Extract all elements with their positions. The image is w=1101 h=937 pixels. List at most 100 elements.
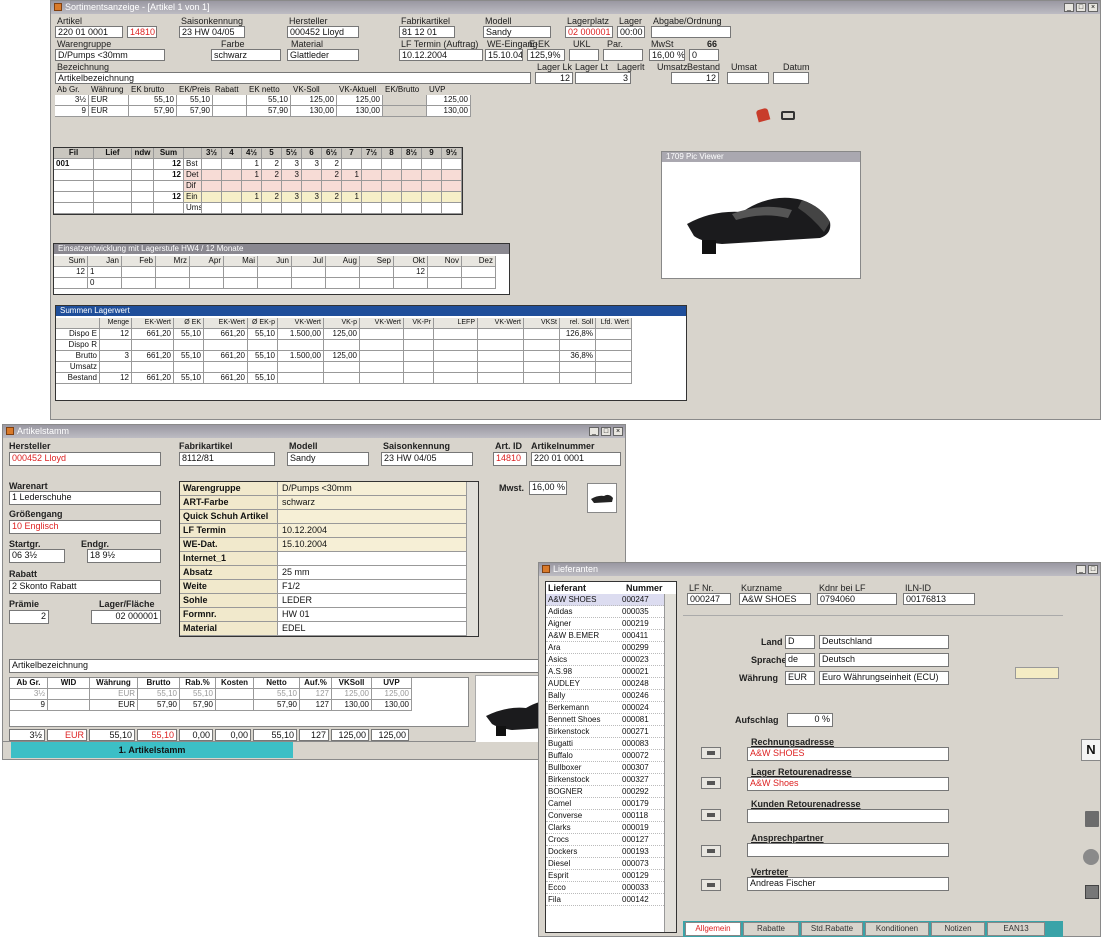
- month-cell[interactable]: [292, 278, 326, 289]
- summary-cell[interactable]: 3: [100, 351, 132, 362]
- property-row[interactable]: ART-Farbe schwarz: [180, 496, 466, 510]
- list-item[interactable]: Berkemann 000024: [546, 702, 664, 714]
- w2-price-cell[interactable]: 55,10: [138, 689, 180, 700]
- summary-cell[interactable]: [596, 373, 632, 384]
- property-value[interactable]: 25 mm: [278, 566, 466, 579]
- edit-cell[interactable]: 0,00: [215, 729, 251, 741]
- kurzname-field[interactable]: A&W SHOES: [739, 593, 811, 605]
- size-cell[interactable]: 2: [322, 159, 342, 170]
- farbe-field[interactable]: schwarz: [211, 49, 281, 61]
- size-cell[interactable]: [442, 192, 462, 203]
- hersteller-field[interactable]: 000452 Lloyd: [287, 26, 359, 38]
- shoe-thumbnail[interactable]: [587, 483, 617, 513]
- summary-cell[interactable]: 1.500,00: [278, 351, 324, 362]
- edit-cell[interactable]: 127: [299, 729, 329, 741]
- w2-price-cell[interactable]: 55,10: [254, 689, 300, 700]
- size-cell[interactable]: [422, 203, 442, 214]
- summary-cell[interactable]: [132, 362, 174, 373]
- property-row[interactable]: Absatz 25 mm: [180, 566, 466, 580]
- w2-price-cell[interactable]: 127: [300, 700, 332, 711]
- sprache-select[interactable]: Deutsch: [819, 653, 949, 667]
- month-cell[interactable]: [156, 278, 190, 289]
- price-cell[interactable]: 55,10: [247, 95, 291, 106]
- month-cell[interactable]: [190, 278, 224, 289]
- lager-field[interactable]: A&W Shoes: [747, 777, 949, 791]
- size-cell[interactable]: [402, 181, 422, 192]
- price-cell[interactable]: 9: [55, 106, 89, 117]
- w2-price-cell[interactable]: 3½: [10, 689, 48, 700]
- price-cell[interactable]: 3½: [55, 95, 89, 106]
- size-cell[interactable]: [362, 203, 382, 214]
- edit-cell[interactable]: 0,00: [179, 729, 213, 741]
- lftermin-field[interactable]: 10.12.2004: [399, 49, 483, 61]
- fabrikat-field[interactable]: 8112/81: [179, 452, 275, 466]
- size-cell[interactable]: 3: [282, 159, 302, 170]
- size-cell[interactable]: [382, 181, 402, 192]
- maximize-button[interactable]: □: [1088, 565, 1098, 574]
- size-cell[interactable]: [132, 192, 154, 203]
- summary-cell[interactable]: 55,10: [248, 373, 278, 384]
- summary-cell[interactable]: [596, 362, 632, 373]
- size-cell[interactable]: [282, 203, 302, 214]
- month-cell[interactable]: 1: [88, 267, 122, 278]
- size-row-filiale[interactable]: [54, 192, 94, 203]
- waehrung-code-field[interactable]: EUR: [785, 671, 815, 685]
- rabatt-select[interactable]: 2 Skonto Rabatt: [9, 580, 161, 594]
- phone-icon[interactable]: [1085, 885, 1099, 899]
- hersteller-select[interactable]: 000452 Lloyd: [9, 452, 161, 466]
- note-box[interactable]: [1015, 667, 1059, 679]
- price-cell[interactable]: 57,90: [247, 106, 291, 117]
- size-row-filiale[interactable]: 001: [54, 159, 94, 170]
- size-cell[interactable]: [94, 159, 132, 170]
- list-item[interactable]: Aigner 000219: [546, 618, 664, 630]
- tab-artikelstamm[interactable]: 1. Artikelstamm: [11, 742, 293, 758]
- summary-cell[interactable]: [404, 340, 434, 351]
- size-cell[interactable]: [302, 181, 322, 192]
- month-cell[interactable]: [54, 278, 88, 289]
- abgabe-field[interactable]: [651, 26, 731, 38]
- size-cell[interactable]: [202, 159, 222, 170]
- list-item[interactable]: A&W B.EMER 000411: [546, 630, 664, 642]
- summary-cell[interactable]: 36,8%: [560, 351, 596, 362]
- lieferanten-scrollbar[interactable]: [664, 594, 676, 932]
- fabrikat-field[interactable]: 81 12 01: [399, 26, 455, 38]
- size-cell[interactable]: 1: [242, 159, 262, 170]
- list-item[interactable]: AUDLEY 000248: [546, 678, 664, 690]
- month-cell[interactable]: [190, 267, 224, 278]
- price-cell[interactable]: [213, 95, 247, 106]
- size-cell[interactable]: [154, 203, 184, 214]
- property-value[interactable]: D/Pumps <30mm: [278, 482, 466, 495]
- summary-cell[interactable]: 12: [100, 373, 132, 384]
- tab-allgemein[interactable]: Allgemein: [685, 922, 741, 936]
- lieferanten-titlebar[interactable]: Lieferanten: [539, 563, 1100, 576]
- w2-price-cell[interactable]: 127: [300, 689, 332, 700]
- saison-field[interactable]: 23 HW 04/05: [179, 26, 245, 38]
- size-row-filiale[interactable]: [54, 203, 94, 214]
- price-cell[interactable]: 130,00: [337, 106, 383, 117]
- month-cell[interactable]: [360, 267, 394, 278]
- property-row[interactable]: LF Termin 10.12.2004: [180, 524, 466, 538]
- aufschlag-field[interactable]: 0 %: [787, 713, 833, 727]
- month-cell[interactable]: [156, 267, 190, 278]
- mwst-field[interactable]: 16,00 %: [529, 481, 567, 495]
- summary-cell[interactable]: [360, 340, 404, 351]
- list-item[interactable]: BOGNER 000292: [546, 786, 664, 798]
- w2-price-cell[interactable]: 57,90: [138, 700, 180, 711]
- list-item[interactable]: Esprit 000129: [546, 870, 664, 882]
- list-item[interactable]: Camel 000179: [546, 798, 664, 810]
- summary-cell[interactable]: [434, 373, 478, 384]
- size-cell[interactable]: [242, 181, 262, 192]
- price-cell[interactable]: 55,10: [177, 95, 213, 106]
- property-row[interactable]: Warengruppe D/Pumps <30mm: [180, 482, 466, 496]
- w2-price-cell[interactable]: [48, 689, 90, 700]
- property-row[interactable]: Internet_1: [180, 552, 466, 566]
- material-field[interactable]: Glattleder: [287, 49, 359, 61]
- ilnid-field[interactable]: 00176813: [903, 593, 975, 605]
- size-cell[interactable]: [402, 192, 422, 203]
- property-row[interactable]: Material EDEL: [180, 622, 466, 636]
- w2-price-cell[interactable]: 130,00: [372, 700, 412, 711]
- size-cell[interactable]: [442, 159, 462, 170]
- w2-price-cell[interactable]: 125,00: [372, 689, 412, 700]
- edit-cell[interactable]: 55,10: [137, 729, 177, 741]
- property-row[interactable]: Quick Schuh Artikel: [180, 510, 466, 524]
